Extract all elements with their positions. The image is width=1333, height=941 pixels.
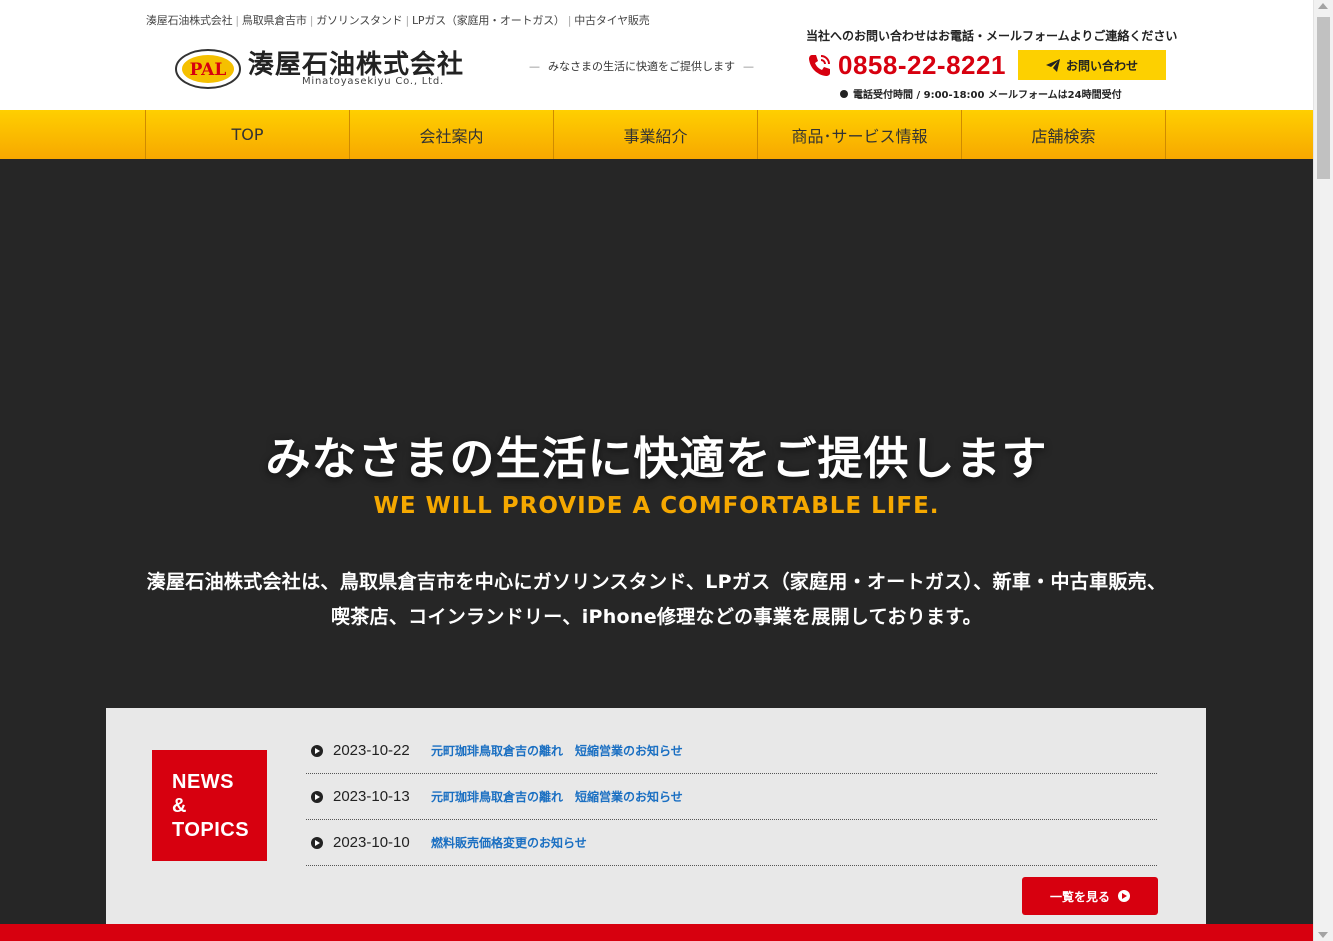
- bullet-dot-icon: [840, 89, 848, 98]
- nav-item-store-search[interactable]: 店舗検索: [962, 110, 1166, 159]
- page: 湊屋石油株式会社 | 鳥取県倉吉市 | ガソリンスタンド | LPガス（家庭用・オートガス）…: [0, 0, 1313, 941]
- breadcrumb-separator: |: [405, 14, 409, 27]
- tagline-text: みなさまの生活に快適をご提供します: [548, 60, 735, 73]
- news-title-link[interactable]: 燃料販売価格変更のお知らせ: [431, 834, 587, 851]
- arrow-circle-icon: [311, 790, 323, 803]
- hero-subtitle: WE WILL PROVIDE A COMFORTABLE LIFE.: [373, 493, 940, 519]
- arrow-circle-icon: [311, 836, 323, 849]
- nav-item-company[interactable]: 会社案内: [350, 110, 554, 159]
- footer-red-band: [0, 924, 1313, 941]
- phone-icon: [809, 55, 830, 76]
- paper-plane-icon: [1045, 58, 1060, 72]
- news-more-label: 一覧を見る: [1049, 889, 1110, 904]
- vertical-scrollbar[interactable]: [1313, 0, 1333, 941]
- news-date: 2023-10-10: [333, 834, 410, 851]
- news-label-line: NEWS: [172, 771, 234, 793]
- nav-item-business[interactable]: 事業紹介: [554, 110, 758, 159]
- news-label-line: TOPICS: [172, 819, 250, 841]
- header-tagline: — みなさまの生活に快適をご提供します —: [521, 58, 762, 74]
- hero-description-line: 湊屋石油株式会社は、鳥取県倉吉市を中心にガソリンスタンド、LPガス（家庭用・オー…: [146, 571, 1167, 593]
- scroll-up-arrow-icon[interactable]: [1318, 3, 1328, 9]
- contact-button-label: お問い合わせ: [1065, 58, 1138, 73]
- news-label-line: &: [172, 795, 187, 817]
- breadcrumb-item-lp-gas[interactable]: LPガス（家庭用・オートガス）: [412, 14, 565, 27]
- hero-title: みなさまの生活に快適をご提供します: [265, 432, 1048, 485]
- news-item[interactable]: 2023-10-10 燃料販売価格変更のお知らせ: [306, 820, 1157, 866]
- news-title-link[interactable]: 元町珈琲鳥取倉吉の離れ 短縮営業のお知らせ: [431, 742, 683, 759]
- scroll-down-arrow-icon[interactable]: [1318, 932, 1328, 938]
- company-name-en: Minatoyasekiyu Co., Ltd.: [302, 76, 445, 87]
- news-date: 2023-10-22: [333, 742, 410, 759]
- nav-item-products[interactable]: 商品･サービス情報: [758, 110, 962, 159]
- contact-note: 当社へのお問い合わせはお電話・メールフォームよりご連絡ください: [806, 29, 1178, 43]
- news-title-link[interactable]: 元町珈琲鳥取倉吉の離れ 短縮営業のお知らせ: [431, 788, 683, 805]
- business-hours: 電話受付時間 / 9:00-18:00 メールフォームは24時間受付: [840, 86, 1122, 101]
- nav-item-top[interactable]: TOP: [146, 110, 350, 159]
- breadcrumb-item-company[interactable]: 湊屋石油株式会社: [146, 14, 233, 27]
- phone-number: 0858-22-8221: [838, 49, 1006, 80]
- tagline-dash: —: [529, 60, 540, 73]
- news-label: NEWS & TOPICS: [152, 750, 267, 861]
- news-more-button[interactable]: 一覧を見る: [1022, 877, 1158, 915]
- news-item[interactable]: 2023-10-13 元町珈琲鳥取倉吉の離れ 短縮営業のお知らせ: [306, 774, 1157, 820]
- company-logo[interactable]: PAL 湊屋石油株式会社 Minatoyasekiyu Co., Ltd.: [174, 44, 504, 94]
- phone-link[interactable]: 0858-22-8221: [806, 50, 1006, 80]
- arrow-circle-icon: [311, 744, 323, 757]
- breadcrumb-separator: |: [309, 14, 314, 27]
- tagline-dash: —: [743, 60, 754, 73]
- breadcrumb: 湊屋石油株式会社 | 鳥取県倉吉市 | ガソリンスタンド | LPガス（家庭用・オートガス）…: [146, 12, 650, 28]
- news-date: 2023-10-13: [333, 788, 410, 805]
- global-nav: TOP 会社案内 事業紹介 商品･サービス情報 店舗検索: [0, 110, 1313, 159]
- news-item[interactable]: 2023-10-22 元町珈琲鳥取倉吉の離れ 短縮営業のお知らせ: [306, 728, 1157, 774]
- breadcrumb-item-tires[interactable]: 中古タイヤ販売: [574, 14, 649, 27]
- news-list: 2023-10-22 元町珈琲鳥取倉吉の離れ 短縮営業のお知らせ 2023-10…: [306, 728, 1157, 866]
- pal-logo-icon: PAL: [175, 49, 241, 89]
- breadcrumb-separator: |: [567, 14, 572, 27]
- business-hours-text: 電話受付時間 / 9:00-18:00 メールフォームは24時間受付: [853, 90, 1122, 101]
- news-section: NEWS & TOPICS 2023-10-22 元町珈琲鳥取倉吉の離れ 短縮営…: [106, 708, 1206, 941]
- breadcrumb-item-gas-station[interactable]: ガソリンスタンド: [316, 14, 402, 27]
- hero-description-line: 喫茶店、コインランドリー、iPhone修理などの事業を展開しております。: [330, 606, 982, 628]
- logo-mark-text: PAL: [190, 60, 227, 80]
- breadcrumb-item-city[interactable]: 鳥取県倉吉市: [242, 14, 307, 27]
- arrow-circle-icon: [1118, 890, 1130, 902]
- contact-button[interactable]: お問い合わせ: [1018, 50, 1166, 80]
- scrollbar-thumb[interactable]: [1317, 17, 1330, 179]
- global-nav-list: TOP 会社案内 事業紹介 商品･サービス情報 店舗検索: [145, 110, 1166, 159]
- hero-description: 湊屋石油株式会社は、鳥取県倉吉市を中心にガソリンスタンド、LPガス（家庭用・オー…: [0, 565, 1313, 635]
- breadcrumb-separator: |: [235, 14, 239, 27]
